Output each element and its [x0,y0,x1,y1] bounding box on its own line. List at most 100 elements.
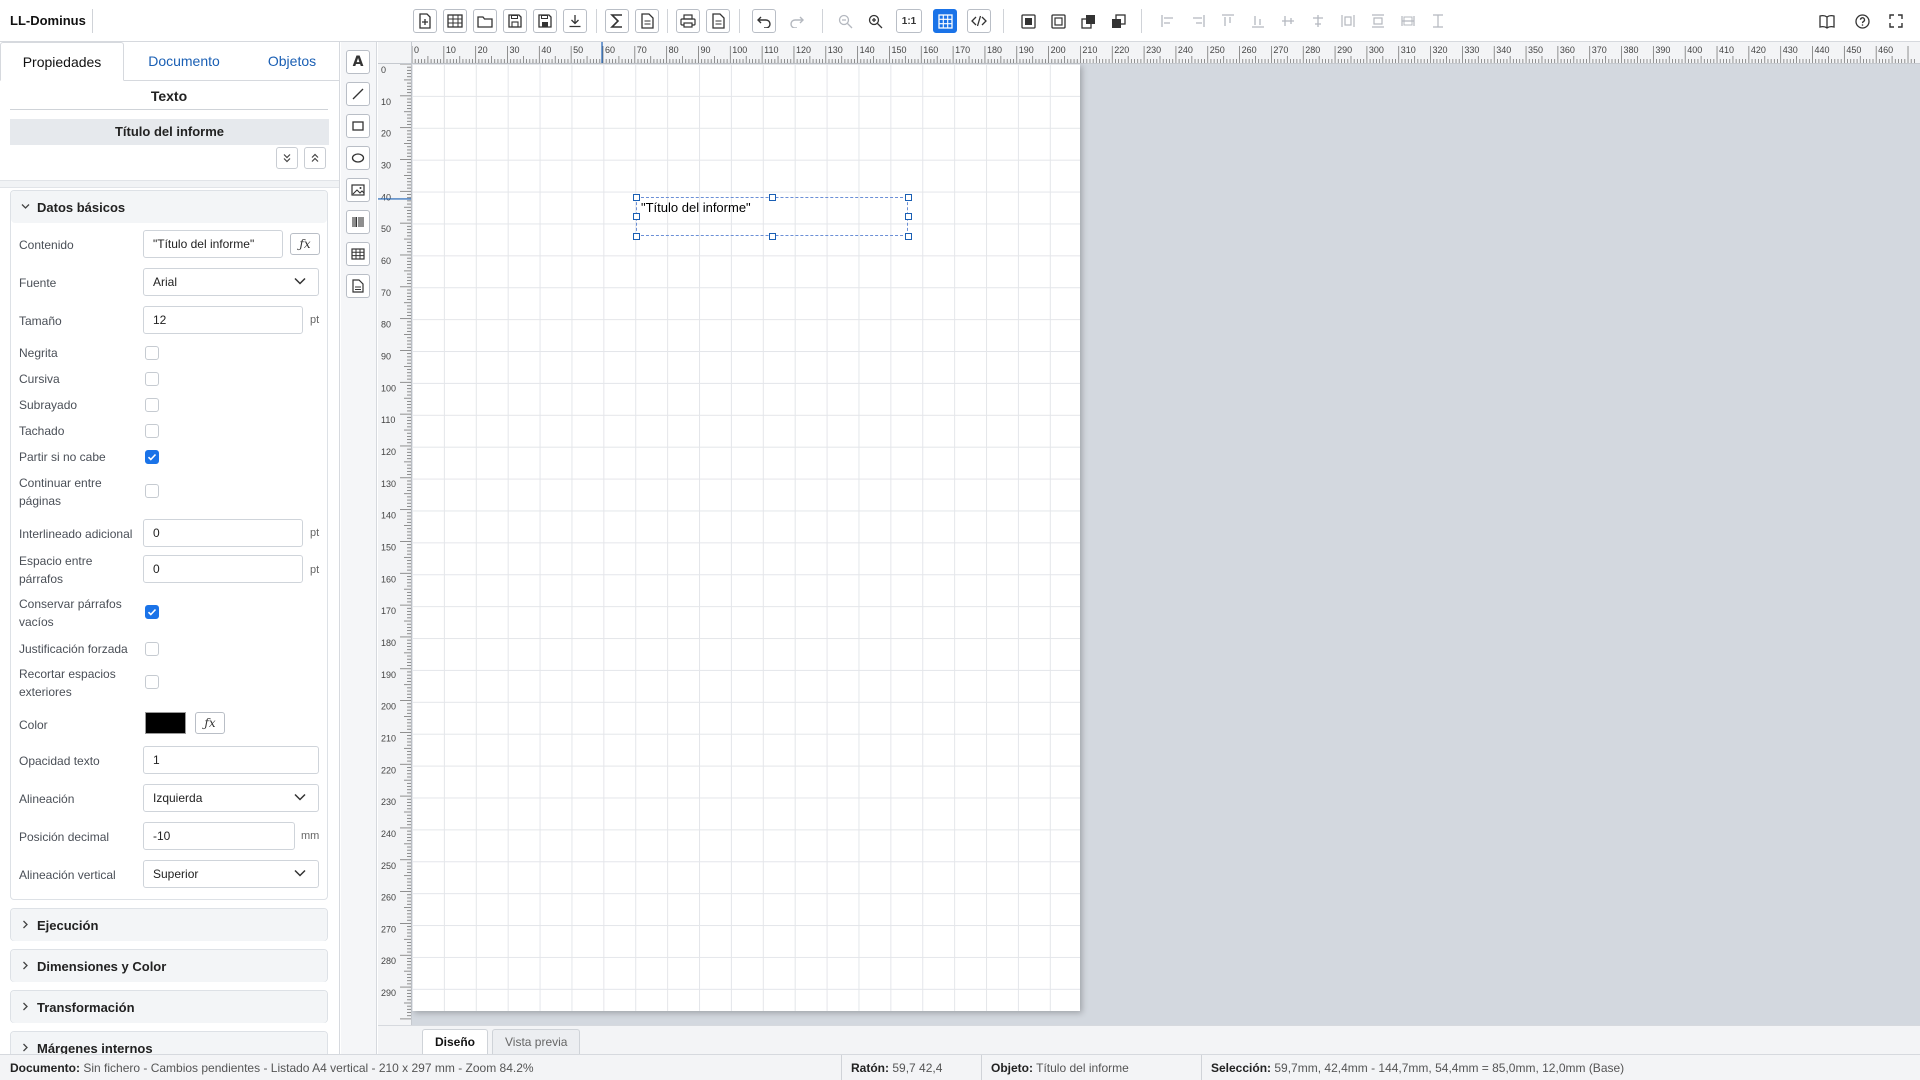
contenido-formula-button[interactable]: ƒx [290,233,320,255]
chevron-down-icon [21,202,30,211]
partir-checkbox[interactable] [145,450,159,464]
section-header-dimensiones[interactable]: Dimensiones y Color [11,950,327,982]
code-icon [971,15,987,27]
undo-button[interactable] [752,9,776,33]
resize-handle-e[interactable] [905,213,912,220]
align-center-button[interactable] [1306,9,1330,33]
conservar-checkbox[interactable] [145,605,159,619]
distribute-vertical-button[interactable] [1366,9,1390,33]
align-right-icon [1191,14,1205,28]
section-header-margenes[interactable]: Márgenes internos [11,1032,327,1054]
new-document-button[interactable] [413,9,437,33]
section-header-transformacion[interactable]: Transformación [11,991,327,1023]
resize-handle-n[interactable] [769,194,776,201]
toolbar-separator [1003,9,1004,33]
text-tool[interactable]: A [346,50,370,74]
ellipse-tool[interactable] [346,146,370,170]
line-tool[interactable] [346,82,370,106]
color-formula-button[interactable]: ƒx [195,712,225,734]
fullscreen-button[interactable] [1884,9,1908,33]
section-dimensiones[interactable]: Dimensiones y Color [10,949,328,982]
interlineado-input[interactable]: 0 [143,519,303,547]
align-bottom-button[interactable] [1246,9,1270,33]
resize-handle-sw[interactable] [633,233,640,240]
ruler-label: 80 [669,45,679,55]
same-height-icon [1431,14,1445,28]
save-as-button[interactable] [533,9,557,33]
resize-handle-s[interactable] [769,233,776,240]
send-to-back-button[interactable] [1046,9,1070,33]
ruler-label: 170 [381,606,396,616]
fuente-select[interactable]: Arial [143,268,319,296]
grid-toggle-button[interactable] [933,9,957,33]
subrayado-checkbox[interactable] [145,398,159,412]
section-header-ejecucion[interactable]: Ejecución [11,909,327,941]
tachado-checkbox[interactable] [145,424,159,438]
send-backward-button[interactable] [1106,9,1130,33]
negrita-checkbox[interactable] [145,346,159,360]
formula-button[interactable] [605,9,629,33]
distribute-horizontal-button[interactable] [1336,9,1360,33]
tab-propiedades[interactable]: Propiedades [0,42,124,81]
posicion-decimal-input[interactable]: -10 [143,822,295,850]
new-table-report-button[interactable] [443,9,467,33]
bring-forward-button[interactable] [1076,9,1100,33]
data-source-button[interactable] [635,9,659,33]
book-button[interactable] [1815,9,1839,33]
opacidad-input[interactable]: 1 [143,746,319,774]
continuar-checkbox[interactable] [145,484,159,498]
contenido-input[interactable]: "Título del informe" [143,230,283,258]
tab-objetos[interactable]: Objetos [244,42,339,81]
collapse-all-button[interactable] [304,147,326,169]
alineacion-select[interactable]: Izquierda [143,784,319,812]
same-width-button[interactable] [1396,9,1420,33]
code-view-button[interactable] [967,9,991,33]
save-button[interactable] [503,9,527,33]
tab-diseno[interactable]: Diseño [422,1029,489,1055]
align-right-button[interactable] [1186,9,1210,33]
color-swatch[interactable] [145,712,186,734]
ruler-label: 320 [1433,45,1448,55]
alineacion-vertical-select[interactable]: Superior [143,860,319,888]
barcode-tool[interactable] [346,210,370,234]
recortar-checkbox[interactable] [145,675,159,689]
text-element-titulo[interactable]: "Título del informe" [636,197,908,236]
resize-handle-ne[interactable] [905,194,912,201]
tab-documento[interactable]: Documento [124,42,244,81]
print-button[interactable] [676,9,700,33]
align-top-button[interactable] [1216,9,1240,33]
align-left-button[interactable] [1156,9,1180,33]
align-middle-button[interactable] [1276,9,1300,33]
tamano-input[interactable]: 12 [143,306,303,334]
same-height-button[interactable] [1426,9,1450,33]
redo-button[interactable] [785,9,809,33]
bring-to-front-button[interactable] [1016,9,1040,33]
section-header-datos-basicos[interactable]: Datos básicos [11,191,327,223]
ruler-label: 330 [1464,45,1479,55]
zoom-out-button[interactable] [833,9,857,33]
justificacion-checkbox[interactable] [145,642,159,656]
help-button[interactable] [1850,9,1874,33]
subreport-tool[interactable] [346,274,370,298]
rectangle-tool[interactable] [346,114,370,138]
cursiva-checkbox[interactable] [145,372,159,386]
table-tool[interactable] [346,242,370,266]
open-button[interactable] [473,9,497,33]
section-margenes[interactable]: Márgenes internos [10,1031,328,1054]
export-pdf-button[interactable] [706,9,730,33]
espacio-input[interactable]: 0 [143,555,303,583]
resize-handle-nw[interactable] [633,194,640,201]
report-page[interactable]: "Título del informe" [412,64,1080,1011]
zoom-in-button[interactable] [863,9,887,33]
section-title: Márgenes internos [37,1041,153,1054]
tab-vista-previa[interactable]: Vista previa [492,1029,581,1055]
zoom-reset-button[interactable]: 1:1 [896,9,922,33]
bring-front-icon [1020,13,1036,29]
section-transformacion[interactable]: Transformación [10,990,328,1023]
resize-handle-w[interactable] [633,213,640,220]
download-button[interactable] [563,9,587,33]
expand-all-button[interactable] [276,147,298,169]
resize-handle-se[interactable] [905,233,912,240]
image-tool[interactable] [346,178,370,202]
section-ejecucion[interactable]: Ejecución [10,908,328,941]
